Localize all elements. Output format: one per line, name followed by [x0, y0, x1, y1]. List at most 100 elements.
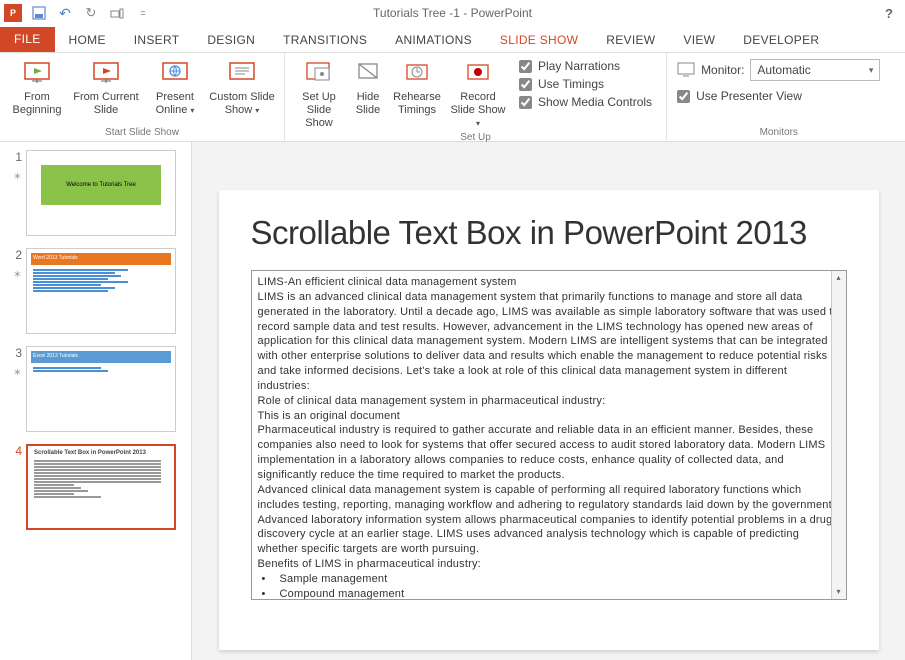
rehearse-timings-button[interactable]: Rehearse Timings	[389, 55, 445, 117]
presenter-view-checkbox[interactable]: Use Presenter View	[677, 89, 880, 103]
from-current-label: From Current Slide	[70, 91, 142, 117]
presenter-view-label: Use Presenter View	[696, 89, 802, 103]
play-from-current-icon	[90, 57, 122, 89]
title-bar: P ↶ ↻ = Tutorials Tree -1 - PowerPoint ?	[0, 0, 905, 26]
group-monitors: Monitor: Automatic ▾ Use Presenter View M…	[667, 53, 890, 141]
present-online-icon	[159, 57, 191, 89]
tab-file[interactable]: FILE	[0, 27, 55, 52]
set-up-slideshow-button[interactable]: Set Up Slide Show	[291, 55, 347, 130]
monitor-icon	[677, 62, 695, 78]
workspace: 1 ✶ Welcome to Tutorials Tree 2 ✶ Word 201…	[0, 142, 905, 660]
ribbon: From Beginning From Current Slide Presen…	[0, 52, 905, 142]
thumb-row-1: 1 ✶ Welcome to Tutorials Tree	[4, 150, 187, 236]
play-from-start-icon	[21, 57, 53, 89]
use-timings-label: Use Timings	[538, 77, 604, 91]
touch-mode-icon[interactable]	[108, 4, 126, 22]
bullet-line: Compound management	[258, 587, 840, 600]
thumb-row-4: 4 Scrollable Text Box in PowerPoint 2013	[4, 444, 187, 530]
tab-slideshow[interactable]: SLIDE SHOW	[486, 28, 592, 52]
thumb2-content	[33, 269, 169, 292]
quick-access-toolbar: P ↶ ↻ =	[0, 4, 152, 22]
thumb1-banner: Welcome to Tutorials Tree	[41, 165, 161, 205]
scrollable-text-box[interactable]: LIMS-An efficient clinical data manageme…	[251, 270, 847, 600]
from-beginning-label: From Beginning	[8, 91, 66, 117]
tab-view[interactable]: VIEW	[669, 28, 729, 52]
slide-thumbnail-1[interactable]: Welcome to Tutorials Tree	[26, 150, 176, 236]
redo-icon[interactable]: ↻	[82, 4, 100, 22]
thumb-number: 3	[15, 346, 22, 360]
hide-slide-label: Hide Slide	[349, 91, 387, 117]
rehearse-icon	[401, 57, 433, 89]
hide-slide-icon	[352, 57, 384, 89]
monitor-label: Monitor:	[701, 63, 744, 77]
thumb3-header: Excel 2013 Tutorials	[31, 351, 171, 363]
animation-star-icon: ✶	[13, 170, 22, 183]
undo-icon[interactable]: ↶	[56, 4, 74, 22]
custom-show-label: Custom Slide Show ▾	[208, 91, 276, 117]
record-slideshow-button[interactable]: Record Slide Show ▾	[445, 55, 511, 130]
text-line: LIMS-An efficient clinical data manageme…	[258, 275, 840, 290]
tab-transitions[interactable]: TRANSITIONS	[269, 28, 381, 52]
set-up-label: Set Up Slide Show	[293, 91, 345, 130]
thumb-number: 2	[15, 248, 22, 262]
thumb2-header: Word 2013 Tutorials	[31, 253, 171, 265]
window-title: Tutorials Tree -1 - PowerPoint	[373, 6, 532, 20]
setup-checkboxes: Play Narrations Use Timings Show Media C…	[511, 55, 660, 109]
thumbnail-panel[interactable]: 1 ✶ Welcome to Tutorials Tree 2 ✶ Word 201…	[0, 142, 192, 660]
tab-animations[interactable]: ANIMATIONS	[381, 28, 486, 52]
slide-canvas[interactable]: Scrollable Text Box in PowerPoint 2013 L…	[219, 190, 879, 650]
slide-title[interactable]: Scrollable Text Box in PowerPoint 2013	[251, 214, 847, 252]
slide-thumbnail-3[interactable]: Excel 2013 Tutorials	[26, 346, 176, 432]
text-line: Advanced clinical data management system…	[258, 483, 840, 557]
chevron-down-icon: ▾	[869, 65, 874, 76]
monitor-value: Automatic	[757, 63, 810, 77]
use-timings-checkbox[interactable]: Use Timings	[519, 77, 652, 91]
text-line: Role of clinical data management system …	[258, 394, 840, 409]
from-beginning-button[interactable]: From Beginning	[6, 55, 68, 117]
save-icon[interactable]	[30, 4, 48, 22]
thumb4-body	[34, 460, 168, 498]
slide-thumbnail-4[interactable]: Scrollable Text Box in PowerPoint 2013	[26, 444, 176, 530]
tab-home[interactable]: HOME	[55, 28, 120, 52]
tab-developer[interactable]: DEVELOPER	[729, 28, 833, 52]
thumb3-content	[33, 367, 169, 372]
from-current-button[interactable]: From Current Slide	[68, 55, 144, 117]
group-start-label: Start Slide Show	[6, 125, 278, 141]
tab-design[interactable]: DESIGN	[193, 28, 269, 52]
tab-review[interactable]: REVIEW	[592, 28, 669, 52]
text-line: Benefits of LIMS in pharmaceutical indus…	[258, 557, 840, 572]
hide-slide-button[interactable]: Hide Slide	[347, 55, 389, 117]
thumb4-title: Scrollable Text Box in PowerPoint 2013	[34, 450, 146, 456]
present-online-button[interactable]: Present Online ▾	[144, 55, 206, 117]
monitor-select[interactable]: Automatic ▾	[750, 59, 880, 81]
show-media-label: Show Media Controls	[538, 95, 652, 109]
thumb-row-2: 2 ✶ Word 2013 Tutorials	[4, 248, 187, 334]
thumb-number: 4	[15, 444, 22, 458]
tab-insert[interactable]: INSERT	[120, 28, 194, 52]
present-online-label: Present Online ▾	[146, 91, 204, 117]
slide-thumbnail-2[interactable]: Word 2013 Tutorials	[26, 248, 176, 334]
show-media-checkbox[interactable]: Show Media Controls	[519, 95, 652, 109]
ribbon-tabs: FILE HOME INSERT DESIGN TRANSITIONS ANIM…	[0, 26, 905, 52]
play-narrations-checkbox[interactable]: Play Narrations	[519, 59, 652, 73]
thumb-row-3: 3 ✶ Excel 2013 Tutorials	[4, 346, 187, 432]
group-monitors-label: Monitors	[677, 125, 880, 141]
scroll-up-icon[interactable]: ▴	[832, 271, 846, 285]
animation-star-icon: ✶	[13, 268, 22, 281]
monitor-row: Monitor: Automatic ▾	[677, 59, 880, 81]
scroll-down-icon[interactable]: ▾	[832, 585, 846, 599]
custom-slideshow-button[interactable]: Custom Slide Show ▾	[206, 55, 278, 117]
text-line: Pharmaceutical industry is required to g…	[258, 423, 840, 482]
text-line: LIMS is an advanced clinical data manage…	[258, 290, 840, 394]
thumb-number: 1	[15, 150, 22, 164]
app-icon: P	[4, 4, 22, 22]
rehearse-label: Rehearse Timings	[391, 91, 443, 117]
qat-more-icon[interactable]: =	[134, 4, 152, 22]
slide-editor[interactable]: Scrollable Text Box in PowerPoint 2013 L…	[192, 142, 905, 660]
textbox-scrollbar[interactable]: ▴ ▾	[831, 271, 846, 599]
record-icon	[462, 57, 494, 89]
help-button[interactable]: ?	[885, 6, 905, 21]
custom-show-icon	[226, 57, 258, 89]
group-set-up: Set Up Slide Show Hide Slide Rehearse Ti…	[285, 53, 667, 141]
animation-star-icon: ✶	[13, 366, 22, 379]
